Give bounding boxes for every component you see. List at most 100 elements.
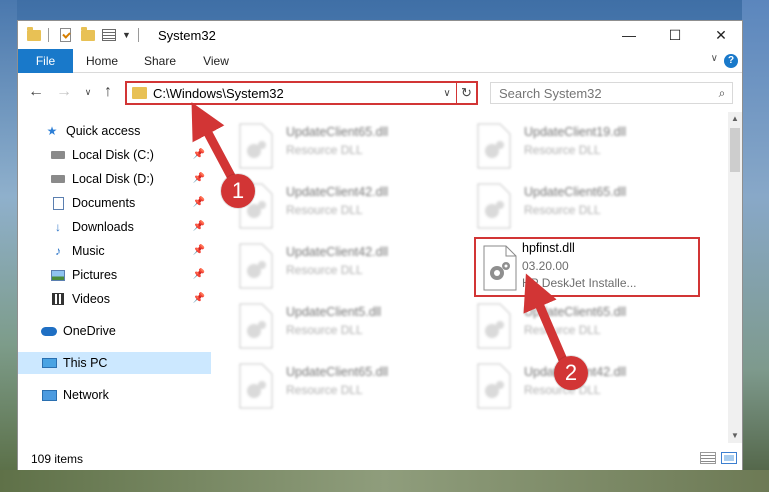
tab-home[interactable]: Home [80, 49, 124, 73]
sidebar-item-pictures[interactable]: Pictures 📌 [18, 264, 211, 286]
dll-file-icon [477, 303, 511, 349]
recent-locations-chevron-icon[interactable]: ∨ [78, 87, 98, 98]
file-name: UpdateClient65.dll [286, 125, 389, 139]
scroll-down-arrow-icon[interactable]: ▼ [728, 429, 742, 443]
window-folder-icon [27, 26, 41, 43]
sidebar-item-documents[interactable]: Documents 📌 [18, 192, 211, 214]
pin-icon: 📌 [192, 269, 205, 280]
dll-file-icon [239, 303, 273, 349]
sidebar-item-videos[interactable]: Videos 📌 [18, 288, 211, 310]
file-list: UpdateClient65.dll Resource DLL UpdateCl… [218, 112, 726, 443]
sidebar-item-onedrive[interactable]: OneDrive [18, 320, 211, 342]
file-type: Resource DLL [524, 323, 601, 337]
sidebar-item-local-disk-c[interactable]: Local Disk (C:) 📌 [18, 144, 211, 166]
sidebar-item-music[interactable]: ♪ Music 📌 [18, 240, 211, 262]
properties-icon[interactable] [102, 27, 116, 43]
sidebar-item-local-disk-d[interactable]: Local Disk (D:) 📌 [18, 168, 211, 190]
search-box[interactable]: ⌕ [490, 82, 733, 104]
sidebar-item-this-pc[interactable]: This PC [18, 352, 211, 374]
file-explorer-window: ▼ System32 — ☐ ✕ File Home Share View ∨ … [17, 20, 743, 470]
properties-check-icon[interactable] [60, 27, 71, 43]
file-item[interactable]: UpdateClient42.dll Resource DLL [476, 358, 706, 418]
sidebar-item-quick-access[interactable]: ★ Quick access [18, 120, 211, 142]
dll-file-icon [483, 245, 517, 291]
navigation-bar: ← → ∨ ↑ C:\Windows\System32 ∨ ↻ ⌕ [18, 74, 742, 112]
tab-share[interactable]: Share [138, 49, 182, 73]
maximize-button[interactable]: ☐ [652, 21, 698, 49]
sidebar-item-label: Quick access [66, 124, 141, 138]
drive-icon [50, 172, 66, 186]
dll-file-icon [477, 363, 511, 409]
dll-file-icon [477, 183, 511, 229]
forward-arrow-icon[interactable]: → [54, 83, 74, 101]
navigation-pane: ★ Quick access Local Disk (C:) 📌 Local D… [18, 112, 211, 443]
dll-file-icon [239, 243, 273, 289]
up-arrow-icon[interactable]: ↑ [98, 83, 118, 101]
desktop-background-bottom [0, 470, 769, 492]
expand-ribbon-chevron-icon[interactable]: ∨ [711, 53, 718, 64]
sidebar-item-label: Local Disk (C:) [72, 148, 154, 162]
sidebar-item-network[interactable]: Network [18, 384, 211, 406]
sidebar-item-label: Documents [72, 196, 136, 210]
file-item[interactable]: UpdateClient65.dll Resource DLL [238, 358, 468, 418]
file-name: UpdateClient19.dll [524, 125, 627, 139]
scroll-up-arrow-icon[interactable]: ▲ [728, 112, 742, 126]
help-icon[interactable]: ? [724, 54, 738, 68]
drive-icon [50, 148, 66, 162]
file-type: Resource DLL [286, 263, 363, 277]
new-folder-icon[interactable] [81, 26, 95, 43]
file-item[interactable]: UpdateClient19.dll Resource DLL [476, 118, 706, 178]
sidebar-item-label: Music [72, 244, 105, 258]
file-item[interactable]: UpdateClient65.dll Resource DLL [238, 118, 468, 178]
file-type: Resource DLL [286, 143, 363, 157]
details-view-icon[interactable] [700, 452, 716, 464]
desktop-background-left [0, 0, 17, 492]
close-button[interactable]: ✕ [698, 21, 744, 49]
pin-icon: 📌 [192, 245, 205, 256]
sidebar-item-downloads[interactable]: ↓ Downloads 📌 [18, 216, 211, 238]
refresh-icon[interactable]: ↻ [456, 83, 476, 103]
tab-view[interactable]: View [194, 49, 238, 73]
minimize-button[interactable]: — [606, 21, 652, 49]
title-separator [138, 27, 139, 43]
dll-file-icon [239, 123, 273, 169]
address-path[interactable]: C:\Windows\System32 [153, 86, 438, 101]
file-item[interactable]: UpdateClient65.dll Resource DLL [476, 298, 706, 358]
vertical-scrollbar[interactable]: ▲ ▼ [728, 112, 742, 443]
file-item-hpfinst-dll[interactable]: hpfinst.dll 03.20.00 HP DeskJet Installe… [474, 237, 700, 297]
customize-toolbar-dropdown-icon[interactable]: ▼ [122, 27, 131, 43]
pin-icon: 📌 [192, 293, 205, 304]
search-input[interactable] [491, 85, 712, 101]
back-arrow-icon[interactable]: ← [26, 83, 46, 101]
file-item[interactable]: UpdateClient42.dll Resource DLL [238, 178, 468, 238]
music-icon: ♪ [55, 244, 61, 258]
large-icons-view-icon[interactable] [721, 452, 737, 464]
tab-file[interactable]: File [18, 49, 73, 73]
search-icon[interactable]: ⌕ [712, 86, 732, 101]
file-name: UpdateClient42.dll [286, 245, 389, 259]
file-item[interactable]: UpdateClient5.dll Resource DLL [238, 298, 468, 358]
file-type: Resource DLL [286, 383, 363, 397]
file-item[interactable]: UpdateClient65.dll Resource DLL [476, 178, 706, 238]
file-name: UpdateClient65.dll [524, 305, 627, 319]
sidebar-item-label: Local Disk (D:) [72, 172, 154, 186]
status-bar: 109 items [18, 446, 742, 470]
scroll-thumb[interactable] [730, 128, 740, 172]
sidebar-item-label: Downloads [72, 220, 134, 234]
dll-file-icon [239, 363, 273, 409]
file-name: UpdateClient65.dll [524, 185, 627, 199]
pin-icon: 📌 [192, 173, 205, 184]
address-bar[interactable]: C:\Windows\System32 ∨ ↻ [125, 81, 478, 105]
sidebar-item-label: Videos [72, 292, 110, 306]
address-dropdown-chevron-icon[interactable]: ∨ [438, 88, 456, 99]
title-bar: ▼ System32 — ☐ ✕ [18, 21, 742, 49]
file-type: Resource DLL [286, 323, 363, 337]
step-1-badge: 1 [221, 174, 255, 208]
network-icon [41, 388, 57, 402]
window-title: System32 [158, 28, 216, 43]
file-name: UpdateClient42.dll [286, 185, 389, 199]
file-version: 03.20.00 [522, 259, 569, 273]
sidebar-item-label: This PC [63, 356, 108, 370]
toolbar-separator [48, 27, 49, 43]
file-item[interactable]: UpdateClient42.dll Resource DLL [238, 238, 468, 298]
